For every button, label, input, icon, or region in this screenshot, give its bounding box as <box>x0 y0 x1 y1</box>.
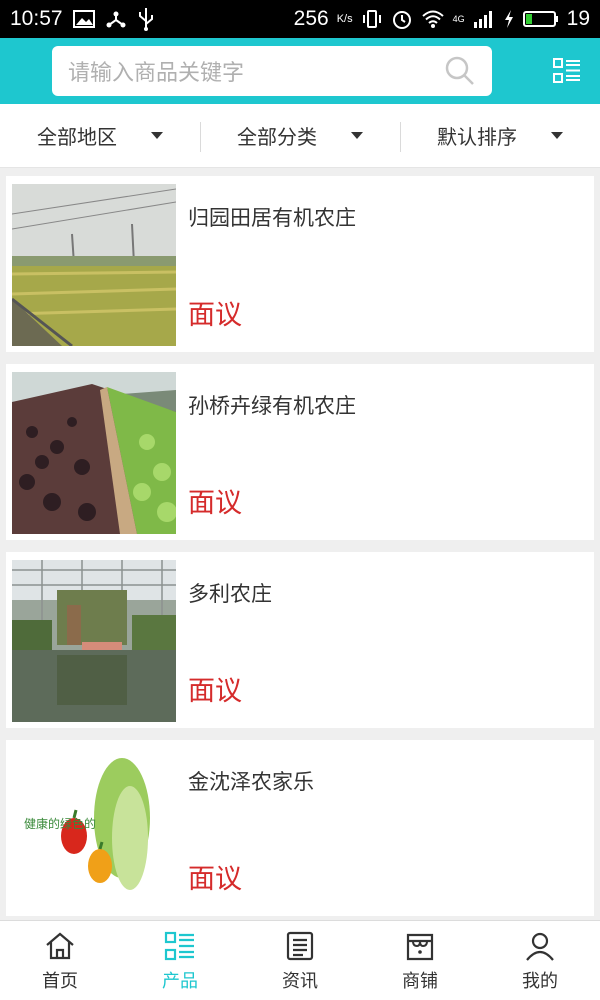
user-icon <box>526 932 554 961</box>
product-name[interactable]: 孙桥卉绿有机农庄 <box>188 390 588 420</box>
tab-home[interactable]: 首页 <box>0 921 120 1000</box>
charging-icon <box>503 9 515 29</box>
signal-icon <box>473 9 495 29</box>
net-type: 4G <box>452 14 465 24</box>
net-speed: 256 <box>293 7 329 30</box>
status-bar: 10:57 256 K/s 4G 19 <box>0 0 600 38</box>
filter-region[interactable]: 全部地区 <box>0 104 200 167</box>
product-image-text: 健康的绿色的 <box>24 816 96 831</box>
wifi-icon <box>421 9 445 29</box>
vibrate-icon <box>361 9 383 29</box>
product-name[interactable]: 金沈泽农家乐 <box>188 766 588 796</box>
search-input[interactable]: 请输入商品关键字 <box>68 55 444 87</box>
tab-products-label: 产品 <box>162 970 198 992</box>
tab-news[interactable]: 资讯 <box>240 921 360 1000</box>
caret-down-icon <box>551 132 563 139</box>
tab-news-label: 资讯 <box>282 970 318 992</box>
product-price: 面议 <box>188 488 242 519</box>
tab-home-label: 首页 <box>42 970 78 992</box>
shop-icon <box>406 933 434 960</box>
filter-category[interactable]: 全部分类 <box>200 104 400 167</box>
caret-down-icon <box>151 132 163 139</box>
product-grid-icon <box>164 931 194 960</box>
product-list: 归园田居有机农庄 面议 孙桥卉绿有机农庄 面议 多利农庄 面议 健康的绿色的 金… <box>6 176 594 928</box>
bottom-tab-bar: 首页 产品 资讯 商铺 我的 <box>0 920 600 1000</box>
search-icon[interactable] <box>444 55 476 87</box>
product-card[interactable]: 健康的绿色的 金沈泽农家乐 面议 <box>6 740 594 916</box>
product-name[interactable]: 多利农庄 <box>188 578 588 608</box>
product-image-farm-field[interactable] <box>12 184 176 346</box>
home-icon <box>46 932 74 959</box>
filter-category-label: 全部分类 <box>237 125 317 149</box>
status-time: 10:57 <box>10 7 63 30</box>
product-price: 面议 <box>188 676 242 707</box>
caret-down-icon <box>351 132 363 139</box>
tab-shops[interactable]: 商铺 <box>360 921 480 1000</box>
filter-sort[interactable]: 默认排序 <box>400 104 600 167</box>
tab-shops-label: 商铺 <box>402 970 438 992</box>
product-image-glasshouse-pond[interactable] <box>12 560 176 722</box>
tab-mine[interactable]: 我的 <box>480 921 600 1000</box>
product-name[interactable]: 归园田居有机农庄 <box>188 202 588 232</box>
product-card[interactable]: 多利农庄 面议 <box>6 552 594 728</box>
search-box[interactable]: 请输入商品关键字 <box>52 46 492 96</box>
product-image-fresh-vegetables[interactable]: 健康的绿色的 <box>12 748 176 910</box>
product-price: 面议 <box>188 864 242 895</box>
net-unit: K/s <box>336 13 353 25</box>
product-card[interactable]: 归园田居有机农庄 面议 <box>6 176 594 352</box>
app-header: 请输入商品关键字 <box>0 38 600 104</box>
filter-bar: 全部地区 全部分类 默认排序 <box>0 104 600 168</box>
filter-region-label: 全部地区 <box>37 125 117 149</box>
product-image-greenhouse-vegetables[interactable] <box>12 372 176 534</box>
tab-mine-label: 我的 <box>522 970 558 992</box>
battery-icon <box>522 10 559 28</box>
product-card[interactable]: 孙桥卉绿有机农庄 面议 <box>6 364 594 540</box>
share-icon <box>105 8 127 30</box>
usb-icon <box>137 7 155 31</box>
tab-products[interactable]: 产品 <box>120 921 240 1000</box>
alarm-icon <box>391 8 413 30</box>
filter-sort-label: 默认排序 <box>437 125 517 149</box>
battery-level: 19 <box>566 7 590 30</box>
news-icon <box>286 931 314 960</box>
category-menu-icon[interactable] <box>552 56 582 86</box>
gallery-icon <box>72 10 95 28</box>
product-price: 面议 <box>188 300 242 331</box>
